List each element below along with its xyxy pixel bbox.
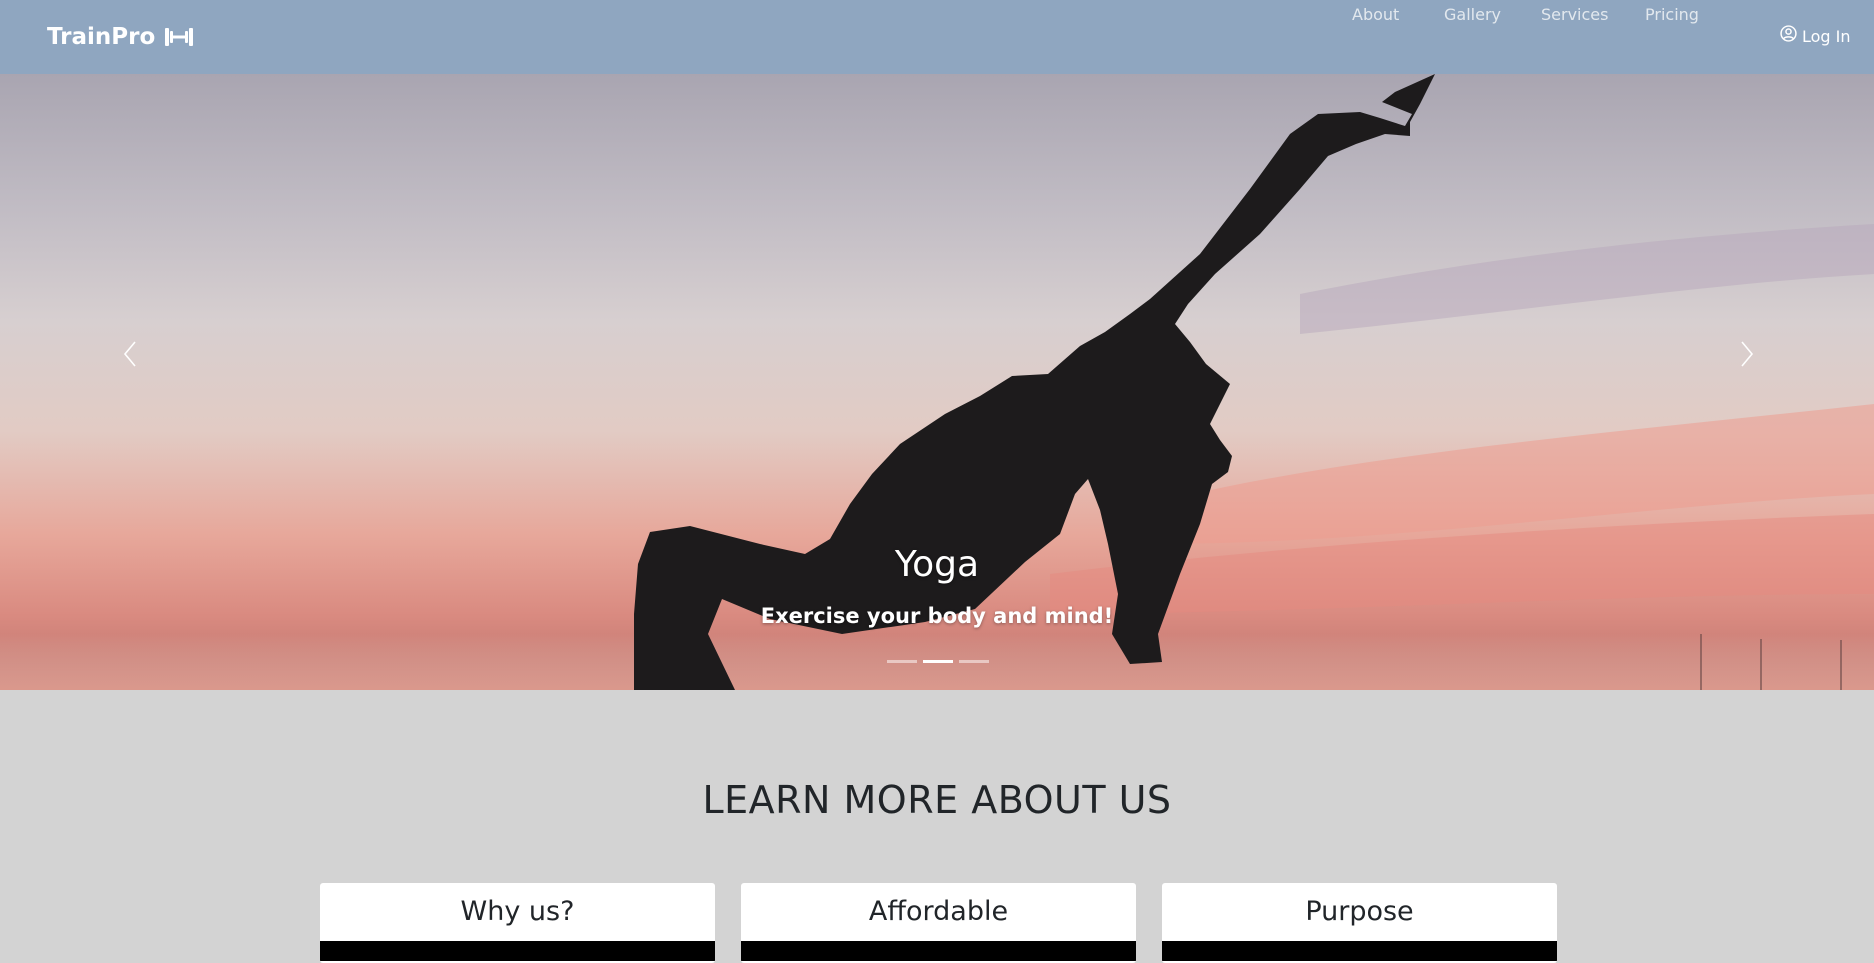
card-image xyxy=(1162,941,1557,961)
card-title: Why us? xyxy=(460,896,575,927)
login-button[interactable]: Log In xyxy=(1780,22,1851,52)
brand-name: TrainPro xyxy=(47,24,156,50)
nav-link-services[interactable]: Services xyxy=(1541,0,1608,30)
chevron-left-icon xyxy=(122,340,138,372)
card-title: Affordable xyxy=(868,896,1009,927)
carousel-indicator[interactable] xyxy=(959,660,989,663)
carousel-next-button[interactable] xyxy=(1727,336,1767,376)
chevron-right-icon xyxy=(1739,340,1755,372)
section-heading: LEARN MORE ABOUT US xyxy=(702,778,1172,822)
yoga-silhouette-image xyxy=(0,74,1874,690)
carousel-indicator[interactable] xyxy=(887,660,917,663)
card-title: Purpose xyxy=(1305,896,1414,927)
carousel-indicators xyxy=(887,660,989,663)
carousel-prev-button[interactable] xyxy=(110,336,150,376)
slide-title: Yoga xyxy=(894,544,980,585)
card-image xyxy=(320,941,715,961)
navbar: TrainPro About Gallery Services Pricing … xyxy=(0,0,1874,74)
user-circle-icon xyxy=(1780,22,1797,52)
carousel-indicator-active[interactable] xyxy=(923,660,953,663)
nav-link-about[interactable]: About xyxy=(1352,0,1399,30)
nav-link-gallery[interactable]: Gallery xyxy=(1444,0,1501,30)
brand-link[interactable]: TrainPro xyxy=(47,20,195,54)
nav-link-pricing[interactable]: Pricing xyxy=(1645,0,1699,30)
card-why-us: Why us? xyxy=(320,883,715,963)
card-affordable: Affordable xyxy=(741,883,1136,963)
hero-carousel: Yoga Exercise your body and mind! xyxy=(0,74,1874,690)
card-purpose: Purpose xyxy=(1162,883,1557,963)
dumbbell-icon xyxy=(163,25,195,49)
card-image xyxy=(741,941,1136,961)
slide-subtitle: Exercise your body and mind! xyxy=(760,604,1114,628)
login-label: Log In xyxy=(1802,27,1851,46)
